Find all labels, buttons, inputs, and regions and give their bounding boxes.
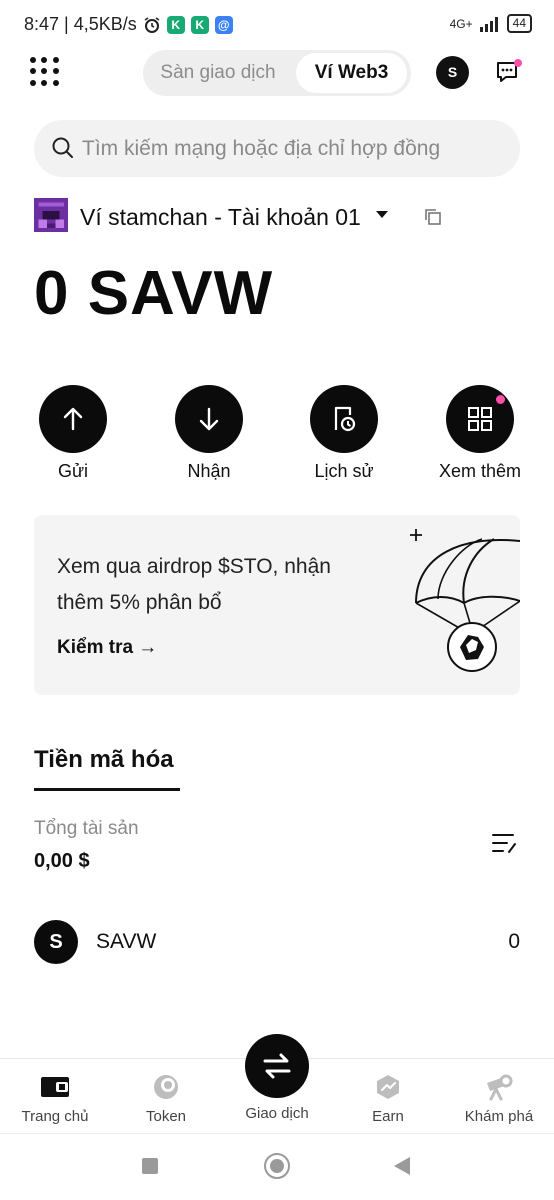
swap-icon	[263, 1053, 291, 1079]
promo-check-link[interactable]: Kiểm tra →	[57, 637, 157, 659]
send-label: Gửi	[57, 461, 89, 481]
grid-dot-icon	[30, 57, 36, 63]
nav-trade-button[interactable]	[245, 1034, 309, 1098]
battery-indicator: 44	[506, 14, 532, 33]
chat-icon	[497, 59, 522, 82]
sort-filter-icon[interactable]	[491, 832, 517, 854]
token-name[interactable]: SAVW	[96, 930, 156, 954]
arrow-down-icon	[199, 407, 219, 431]
mode-switch: Sàn giao dịch Ví Web3	[143, 50, 411, 96]
arrow-up-icon	[63, 407, 83, 431]
messages-button[interactable]	[495, 58, 523, 86]
menu-grid-button[interactable]	[30, 57, 60, 87]
earn-icon	[377, 1075, 399, 1099]
wallet-avatar[interactable]	[34, 198, 68, 232]
more-grid-icon	[468, 407, 492, 431]
grid-dot-icon	[30, 79, 36, 86]
copy-icon[interactable]	[424, 208, 442, 226]
tab-exchange[interactable]: Sàn giao dịch	[143, 50, 293, 96]
notification-dot	[495, 394, 506, 405]
receive-label: Nhận	[187, 461, 231, 481]
search-input[interactable]: Tìm kiếm mạng hoặc địa chỉ hợp đồng	[34, 120, 520, 177]
app-notification-icon: K	[166, 15, 185, 34]
profile-avatar[interactable]: S	[436, 56, 469, 89]
nav-home-label: Trang chủ	[21, 1108, 89, 1125]
promo-banner[interactable]: Xem qua airdrop $STO, nhận thêm 5% phân …	[34, 515, 520, 695]
nav-earn-label: Earn	[372, 1108, 404, 1125]
tab-crypto[interactable]: Tiền mã hóa	[34, 746, 174, 774]
token-savw-icon: S	[34, 920, 78, 964]
nav-explore-label: Khám phá	[464, 1108, 534, 1125]
history-label: Lịch sử	[314, 461, 374, 481]
wallet-icon	[41, 1077, 69, 1097]
status-time-speed: 8:47 | 4,5KB/s	[24, 14, 137, 34]
promo-text: Xem qua airdrop $STO, nhận thêm 5% phân …	[57, 555, 331, 614]
token-amount: 0	[508, 930, 520, 953]
status-bar-right: 4G+ 44	[450, 14, 532, 33]
wallet-balance: 0 SAVW	[34, 259, 274, 328]
grid-dot-icon	[30, 68, 36, 75]
network-label: 4G+	[449, 16, 473, 31]
tab-web3-wallet[interactable]: Ví Web3	[296, 53, 407, 93]
token-icon	[154, 1075, 178, 1099]
back-button[interactable]	[394, 1157, 410, 1175]
grid-dot-icon	[41, 79, 48, 86]
nav-home[interactable]: Trang chủ	[5, 1072, 105, 1125]
recent-apps-button[interactable]	[142, 1158, 158, 1174]
nav-explore[interactable]: Khám phá	[449, 1072, 549, 1125]
home-button[interactable]	[264, 1153, 290, 1179]
search-placeholder: Tìm kiếm mạng hoặc địa chỉ hợp đồng	[82, 137, 441, 160]
history-icon	[334, 406, 356, 432]
alarm-icon	[144, 16, 160, 33]
history-button[interactable]: Lịch sử	[294, 385, 394, 482]
more-label: Xem thêm	[438, 461, 522, 481]
wallet-account-name[interactable]: Ví stamchan - Tài khoản 01	[80, 204, 361, 231]
app-notification-icon: K	[190, 15, 209, 34]
system-nav-divider	[0, 1133, 554, 1134]
signal-icon	[479, 16, 498, 32]
nav-earn[interactable]: Earn	[338, 1072, 438, 1125]
telescope-icon	[487, 1074, 513, 1101]
nav-token[interactable]: Token	[116, 1072, 216, 1125]
grid-dot-icon	[52, 68, 59, 75]
more-button[interactable]: Xem thêm	[430, 385, 530, 482]
total-assets-value: 0,00 $	[34, 850, 90, 872]
receive-button[interactable]: Nhận	[159, 385, 259, 482]
app-notification-icon: @	[214, 15, 233, 34]
search-icon	[52, 137, 73, 158]
tab-active-indicator	[34, 788, 180, 791]
status-bar-left: 8:47 | 4,5KB/s K K @	[24, 14, 233, 35]
nav-trade-label[interactable]: Giao dịch	[227, 1105, 327, 1122]
airdrop-parachute-icon	[410, 529, 520, 672]
nav-token-label: Token	[145, 1108, 187, 1125]
send-button[interactable]: Gửi	[23, 385, 123, 482]
grid-dot-icon	[41, 68, 48, 75]
grid-dot-icon	[52, 57, 59, 63]
chevron-down-icon[interactable]	[376, 211, 388, 218]
total-assets-label: Tổng tài sản	[34, 818, 139, 839]
grid-dot-icon	[52, 79, 59, 86]
grid-dot-icon	[41, 57, 48, 63]
